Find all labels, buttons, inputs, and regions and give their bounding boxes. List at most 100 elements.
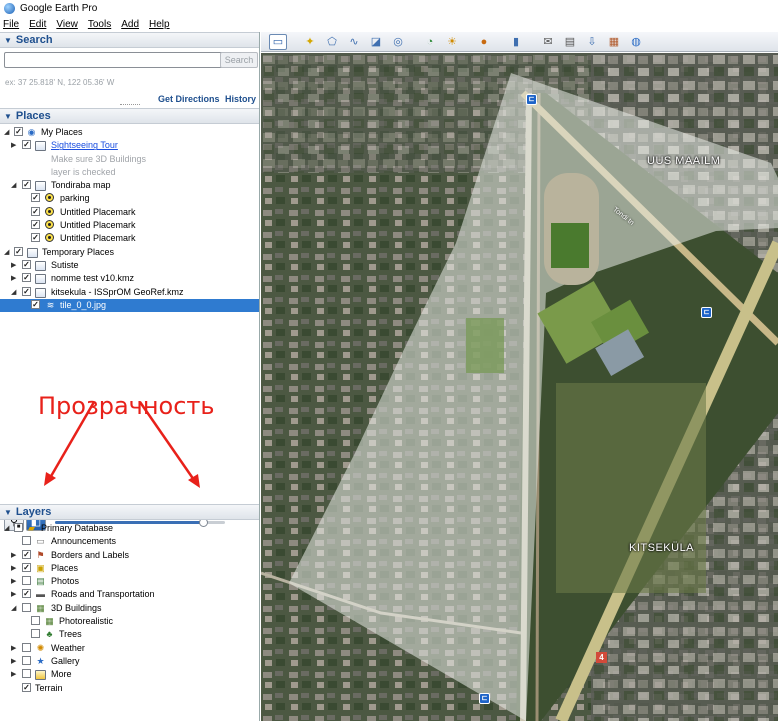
menu-help[interactable]: Help [149,19,170,30]
tree-item-placemark[interactable]: ✓ Untitled Placemark [0,219,259,232]
history-link[interactable]: History [225,94,256,104]
bus-stop-icon[interactable]: ⊏ [701,307,712,318]
visibility-checkbox[interactable] [22,536,31,546]
layer-places[interactable]: ▶ ✓ ▣ Places [0,562,259,575]
ruler-button[interactable]: ▮ [507,34,525,50]
expand-arrow-icon[interactable]: ▶ [11,657,19,665]
historical-imagery-button[interactable]: ◔ [421,34,439,50]
layers-panel-header[interactable]: ▼ Layers [0,504,259,520]
menu-view[interactable]: View [56,19,78,30]
tree-item-my-places[interactable]: ◢ ✓ ◉ My Places [0,126,259,139]
collapse-arrow-icon[interactable]: ◢ [11,288,19,296]
visibility-checkbox[interactable] [22,576,31,586]
tree-item-kitsekula[interactable]: ◢ ✓ kitsekula - ISSprOM GeoRef.kmz [0,286,259,299]
expand-arrow-icon[interactable]: ▶ [11,670,19,678]
map-view[interactable]: UUS MAAILM KITSEKÜLA Tondi tn ⊏ ⊏ ⊏ 4 [261,53,778,721]
sunlight-button[interactable]: ☀ [443,34,461,50]
visibility-checkbox[interactable]: ✓ [14,246,23,256]
bus-stop-icon[interactable]: ⊏ [526,94,537,105]
tree-item-sutiste[interactable]: ▶ ✓ Sutiste [0,259,259,272]
layer-announcements[interactable]: ▭ Announcements [0,535,259,548]
layer-trees[interactable]: ♣ Trees [0,628,259,641]
visibility-checkbox[interactable]: ✓ [31,299,40,309]
tree-item-tile[interactable]: ✓ ≋ tile_0_0.jpg [0,298,259,313]
expand-arrow-icon[interactable]: ▶ [11,141,19,149]
visibility-checkbox[interactable]: ✓ [22,286,31,296]
planets-button[interactable]: ● [475,34,493,50]
record-tour-button[interactable]: ◎ [389,34,407,50]
collapse-arrow-icon[interactable]: ◢ [4,128,12,136]
earth-gallery-button[interactable]: ◍ [627,34,645,50]
layer-photos[interactable]: ▶ ▤ Photos [0,575,259,588]
tree-item-temporary-places[interactable]: ◢ ✓ Temporary Places [0,246,259,259]
expand-arrow-icon[interactable]: ▶ [11,644,19,652]
collapse-arrow-icon[interactable]: ◢ [11,604,19,612]
tree-item-placemark[interactable]: ✓ Untitled Placemark [0,206,259,219]
expand-arrow-icon[interactable]: ▶ [11,590,19,598]
partial-checkbox[interactable]: ■ [14,523,23,532]
layer-more[interactable]: ▶ More [0,668,259,681]
add-polygon-button[interactable]: ⬠ [323,34,341,50]
collapse-arrow-icon[interactable]: ◢ [11,181,19,189]
save-image-button[interactable]: ⇩ [583,34,601,50]
sidebar-toggle-button[interactable]: ▭ [269,33,287,50]
search-button[interactable]: Search [220,52,258,68]
visibility-checkbox[interactable]: ✓ [31,220,40,230]
visibility-checkbox[interactable]: ✓ [14,127,23,136]
visibility-checkbox[interactable] [31,629,40,639]
tree-item-nomme-test[interactable]: ▶ ✓ nomme test v10.kmz [0,272,259,285]
menu-edit[interactable]: Edit [29,19,46,30]
layer-roads[interactable]: ▶ ✓ ▬ Roads and Transportation [0,588,259,601]
visibility-checkbox[interactable] [22,602,31,612]
layer-borders[interactable]: ▶ ✓ ⚑ Borders and Labels [0,549,259,562]
visibility-checkbox[interactable] [31,616,40,626]
visibility-checkbox[interactable]: ✓ [22,273,31,283]
layer-photorealistic[interactable]: ▦ Photorealistic [0,615,259,628]
visibility-checkbox[interactable]: ✓ [22,589,31,599]
tree-item-sightseeing-tour[interactable]: ▶ ✓ Sightseeing Tour [0,139,259,152]
visibility-checkbox[interactable] [22,669,31,679]
layer-3d-buildings[interactable]: ◢ ▦ 3D Buildings [0,602,259,615]
email-button[interactable]: ✉ [539,34,557,50]
get-directions-link[interactable]: Get Directions [158,94,220,104]
expand-arrow-icon[interactable]: ▶ [11,274,19,282]
layer-gallery[interactable]: ▶ ★ Gallery [0,655,259,668]
menu-file[interactable]: File [3,19,19,30]
expand-arrow-icon[interactable]: ▶ [11,564,19,572]
menu-tools[interactable]: Tools [88,19,111,30]
tree-item-parking[interactable]: ✓ parking [0,192,259,205]
visibility-checkbox[interactable] [22,655,31,665]
add-path-button[interactable]: ∿ [345,34,363,50]
tree-item-tondiraba-map[interactable]: ◢ ✓ Tondiraba map [0,179,259,192]
visibility-checkbox[interactable]: ✓ [22,682,31,692]
search-input[interactable] [4,52,242,68]
expand-arrow-icon[interactable]: ▶ [11,551,19,559]
collapse-arrow-icon[interactable]: ◢ [4,524,12,532]
resize-grip[interactable] [120,104,140,107]
sightseeing-tour-link[interactable]: Sightseeing Tour [51,140,118,150]
add-placemark-button[interactable]: ✦ [301,34,319,50]
layer-weather[interactable]: ▶ ✺ Weather [0,642,259,655]
search-panel-header[interactable]: ▼ Search [0,32,259,48]
collapse-arrow-icon[interactable]: ◢ [4,248,12,256]
visibility-checkbox[interactable]: ✓ [22,549,31,559]
visibility-checkbox[interactable] [22,642,31,652]
tree-item-placemark[interactable]: ✓ Untitled Placemark [0,232,259,245]
add-image-overlay-button[interactable]: ◪ [367,34,385,50]
visibility-checkbox[interactable]: ✓ [22,140,31,150]
visibility-checkbox[interactable]: ✓ [22,259,31,269]
places-panel-header[interactable]: ▼ Places [0,108,259,124]
visibility-checkbox[interactable]: ✓ [22,562,31,572]
layer-terrain[interactable]: ✓ Terrain [0,682,259,695]
visibility-checkbox[interactable]: ✓ [31,206,40,216]
visibility-checkbox[interactable]: ✓ [31,193,40,203]
visibility-checkbox[interactable]: ✓ [31,233,40,243]
expand-arrow-icon[interactable]: ▶ [11,577,19,585]
menu-add[interactable]: Add [121,19,139,30]
bus-stop-icon[interactable]: ⊏ [479,693,490,704]
print-button[interactable]: ▤ [561,34,579,50]
layer-primary-database[interactable]: ◢ ■ ▰ Primary Database [0,522,259,535]
expand-arrow-icon[interactable]: ▶ [11,261,19,269]
visibility-checkbox[interactable]: ✓ [22,180,31,190]
view-in-maps-button[interactable]: ▦ [605,34,623,50]
